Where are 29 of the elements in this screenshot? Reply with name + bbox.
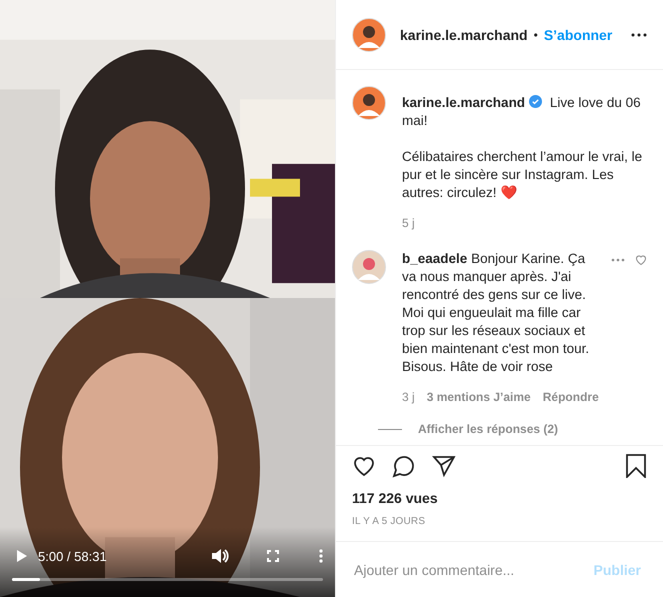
more-options-button[interactable] xyxy=(319,549,323,563)
caption-text: Célibataires cherchent l’amour le vrai, le pur et le sincère sur Instagram. Les autres: circulez! ❤ xyxy=(402,148,644,202)
more-options-icon[interactable] xyxy=(631,32,647,36)
reply-button[interactable]: Répondre xyxy=(542,390,599,404)
progress-track[interactable] xyxy=(12,578,323,581)
heart-icon[interactable] xyxy=(352,454,376,478)
post-date: IL Y A 5 JOURS xyxy=(352,516,426,527)
username-link[interactable]: karine.le.marchand xyxy=(400,26,528,42)
separator-dot: • xyxy=(534,28,538,42)
commenter-avatar[interactable] xyxy=(352,250,386,284)
post-age: 5 j xyxy=(402,216,415,230)
fullscreen-button[interactable] xyxy=(267,550,279,562)
like-count[interactable]: 3 mentions J’aime xyxy=(426,390,531,404)
profile-avatar[interactable] xyxy=(352,18,386,52)
bookmark-icon[interactable] xyxy=(625,454,647,478)
view-count: 117 226 vues xyxy=(352,490,439,506)
follow-link[interactable]: S’abonner xyxy=(544,26,612,42)
comment-age: 3 j xyxy=(402,390,415,404)
view-replies-button[interactable]: Afficher les réponses (2) xyxy=(378,422,601,436)
username-link[interactable]: karine.le.marchand xyxy=(402,95,526,110)
play-button[interactable] xyxy=(16,549,28,563)
volume-button[interactable] xyxy=(211,548,229,564)
comment-icon[interactable] xyxy=(392,454,416,478)
send-icon[interactable] xyxy=(432,454,456,478)
username-link[interactable]: b_eaadele xyxy=(402,251,468,266)
video-time: 5:00 / 58:31 xyxy=(38,548,108,564)
comment-text: b_eaadele Bonjour Karine. Ça va nous manquer après. J'ai rencontré des gens sur ce live. Moi qui engueulait ma fille car trop sur les réseaux sociaux et bien maintenant c'est mon tour. Bisous. Hâte de voir rose xyxy=(402,250,590,376)
profile-avatar[interactable] xyxy=(352,86,386,120)
caption-text: karine.le.marchand Live love du 06 mai! xyxy=(402,94,642,130)
